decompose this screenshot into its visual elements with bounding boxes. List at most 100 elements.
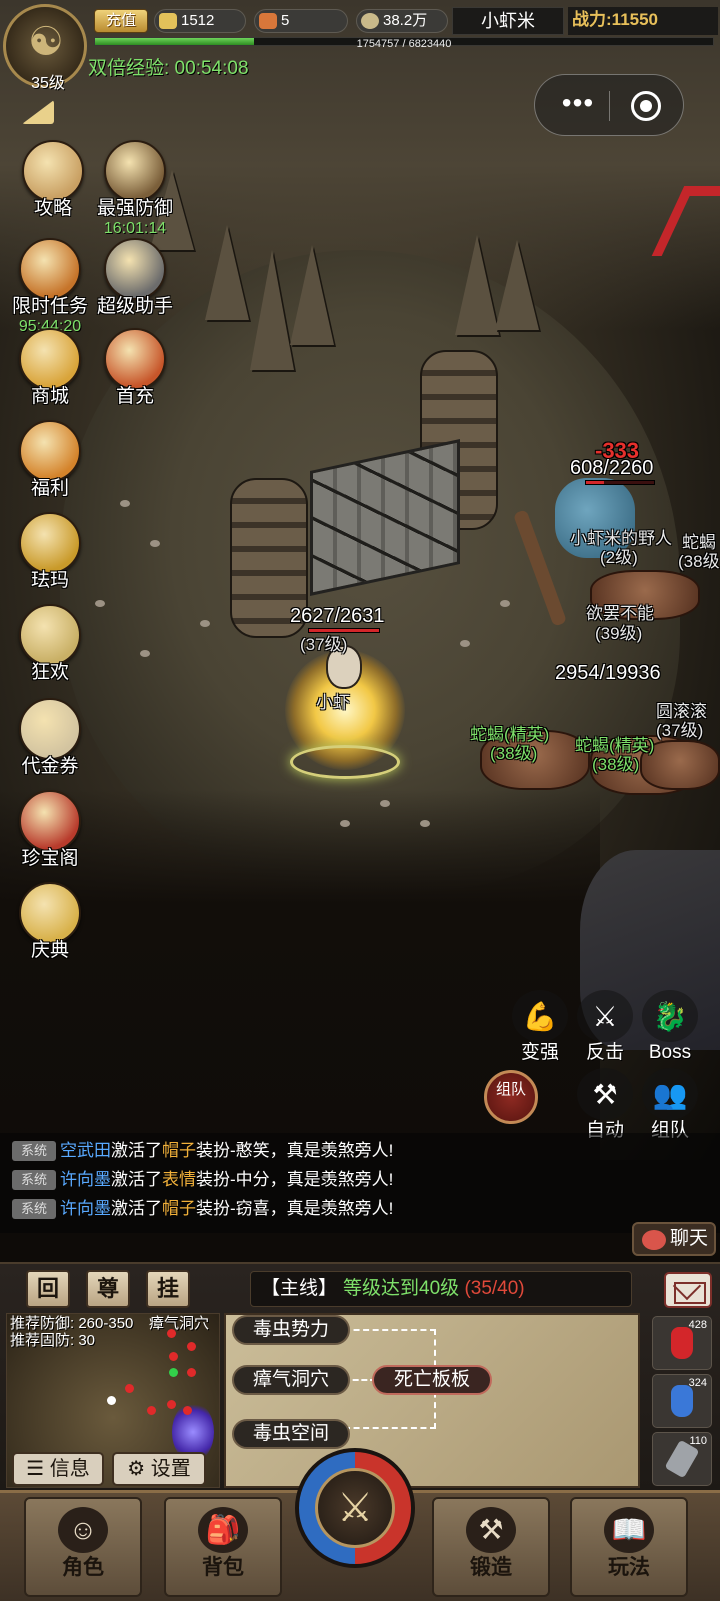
chat-system-tag: 系统 xyxy=(12,1170,56,1190)
menu-label: 超级助手 xyxy=(96,296,173,317)
chat-player-name[interactable]: 许向墨 xyxy=(60,1170,111,1189)
stalagmite xyxy=(290,245,334,345)
settings-button[interactable]: ⚙ 设置 xyxy=(112,1452,206,1486)
enemy-dot xyxy=(183,1406,192,1415)
group-icon: 👥 xyxy=(642,1068,698,1120)
route-node[interactable]: 毒虫势力 xyxy=(232,1315,350,1345)
mp-potion-slot[interactable]: 324 xyxy=(652,1374,712,1428)
system-chat[interactable]: 系统 空武田激活了帽子装扮-憨笑，真是羡煞旁人! 系统 许向墨激活了表情装扮-中分，真… xyxy=(0,1133,720,1233)
boss-level: (39级) xyxy=(595,624,643,643)
power-value: 11550 xyxy=(611,10,659,29)
enemy-dot xyxy=(147,1406,156,1415)
menu-item[interactable]: 限时任务 95:44:20 xyxy=(5,238,95,336)
roll-monster-level: (37级) xyxy=(656,721,704,740)
pebble xyxy=(340,820,350,827)
info-button[interactable]: ☰ 信息 xyxy=(12,1452,104,1486)
menu-label: 攻略 xyxy=(33,198,72,219)
menu-item[interactable]: 商城 xyxy=(5,328,95,408)
item-counter[interactable]: 5 xyxy=(254,9,348,33)
book-icon: 📖 xyxy=(604,1507,654,1553)
hp-potion-slot[interactable]: 428 xyxy=(652,1316,712,1370)
menu-item[interactable]: 珐玛 xyxy=(5,512,95,592)
nav-bag-label: 背包 xyxy=(202,1556,244,1579)
menu-item[interactable]: 最强防御 16:01:14 xyxy=(90,140,180,238)
voucher-icon xyxy=(19,698,81,760)
chat-line: 系统 空武田激活了帽子装扮-憨笑，真是羡煞旁人! xyxy=(12,1139,393,1163)
enemy-dot xyxy=(167,1400,176,1409)
menu-label: 代金券 xyxy=(21,756,79,777)
menu-item[interactable]: 庆典 xyxy=(5,882,95,962)
counterattack-button[interactable]: ⚔ 反击 xyxy=(570,990,640,1064)
elite-level: (38级) xyxy=(592,755,640,774)
route-node[interactable]: 瘴气洞穴 xyxy=(232,1365,350,1395)
menu-label: 最强防御 xyxy=(96,198,173,219)
chat-line: 系统 许向墨激活了表情装扮-中分，真是羡煞旁人! xyxy=(12,1168,393,1192)
gold-counter[interactable]: 1512 xyxy=(154,9,246,33)
chat-bubble-icon xyxy=(642,1230,666,1250)
chat-button[interactable]: 聊天 xyxy=(632,1222,716,1256)
nav-gameplay[interactable]: 📖 玩法 xyxy=(570,1497,688,1597)
nav-forge[interactable]: ⚒ 锻造 xyxy=(432,1497,550,1597)
nav-character[interactable]: ☺ 角色 xyxy=(24,1497,142,1597)
gear-icon: ⚙ xyxy=(127,1458,151,1480)
route-node[interactable]: 毒虫空间 xyxy=(232,1419,350,1449)
menu-item[interactable]: 狂欢 xyxy=(5,604,95,684)
trumpet-icon xyxy=(19,882,81,944)
mail-icon[interactable] xyxy=(664,1272,712,1308)
avatar-emblem-icon: ☯ xyxy=(28,20,64,64)
nav-character-label: 角色 xyxy=(62,1556,104,1579)
stalagmite xyxy=(250,250,294,370)
exp-text: 1754757 / 6823440 xyxy=(356,38,452,50)
close-target-icon[interactable] xyxy=(631,91,661,121)
return-button[interactable]: 回 xyxy=(26,1270,70,1308)
gold-ingot-icon xyxy=(159,13,177,29)
player-dot xyxy=(107,1396,116,1405)
menu-item[interactable]: 代金券 xyxy=(5,698,95,778)
sword-icon: ⚔ xyxy=(315,1468,395,1548)
pavilion-icon xyxy=(19,790,81,852)
route-map[interactable]: 毒虫势力 瘴气洞穴 毒虫空间 死亡板板 xyxy=(224,1313,640,1488)
menu-item[interactable]: 福利 xyxy=(5,420,95,500)
menu-item[interactable]: 珍宝阁 xyxy=(5,790,95,870)
enemy-dot xyxy=(187,1342,196,1351)
chat-text: 装扮-窃喜，真是羡煞旁人! xyxy=(196,1199,394,1218)
pebble xyxy=(95,600,105,607)
route-node-current[interactable]: 死亡板板 xyxy=(372,1365,492,1395)
recharge-button[interactable]: 充值 xyxy=(94,9,148,33)
chat-system-tag: 系统 xyxy=(12,1199,56,1219)
chat-text: 激活了 xyxy=(111,1199,162,1218)
menu-label: 限时任务 xyxy=(11,296,88,317)
menu-label: 庆典 xyxy=(30,940,69,961)
menu-label: 福利 xyxy=(30,478,69,499)
menu-label: 珐玛 xyxy=(30,570,69,591)
elite-name: 蛇蝎(精英) xyxy=(470,725,550,744)
idle-button[interactable]: 挂 xyxy=(146,1270,190,1308)
hp-potion-count: 428 xyxy=(688,1319,707,1331)
chat-player-name[interactable]: 空武田 xyxy=(60,1141,111,1160)
team-button[interactable]: 👥 组队 xyxy=(635,1068,705,1142)
double-exp-timer: 双倍经验: 00:54:08 xyxy=(88,58,249,79)
honor-button[interactable]: 尊 xyxy=(86,1270,130,1308)
menu-timer: 16:01:14 xyxy=(103,220,167,237)
menu-item[interactable]: 首充 xyxy=(90,328,180,408)
main-skill-orb[interactable]: ⚔ xyxy=(295,1448,415,1568)
menu-item[interactable]: 攻略 xyxy=(8,140,98,220)
coin-counter[interactable]: 38.2万 xyxy=(356,9,448,33)
auto-button[interactable]: ⚒ 自动 xyxy=(570,1068,640,1142)
more-dots-icon[interactable]: ••• xyxy=(553,87,603,119)
enemy-dot xyxy=(169,1352,178,1361)
stalagmite xyxy=(455,235,499,335)
main-quest-tracker[interactable]: 【主线】 等级达到40级 (35/40) xyxy=(250,1271,632,1307)
right-monster-name: 蛇蝎 xyxy=(682,533,716,552)
menu-item[interactable]: 超级助手 xyxy=(90,238,180,318)
nav-bag[interactable]: 🎒 背包 xyxy=(164,1497,282,1597)
pebble xyxy=(120,500,130,507)
strengthen-button[interactable]: 💪 变强 xyxy=(505,990,575,1064)
chat-player-name[interactable]: 许向墨 xyxy=(60,1199,111,1218)
chat-text: 激活了 xyxy=(111,1141,162,1160)
team-bubble-button[interactable]: 组队 xyxy=(484,1070,538,1124)
boss-button[interactable]: 🐉 Boss xyxy=(635,990,705,1064)
stone-slot[interactable]: 110 xyxy=(652,1432,712,1486)
recommended-defense: 推荐防御: 260-350 xyxy=(10,1315,134,1332)
player-avatar[interactable]: ☯ 35级 xyxy=(3,4,87,92)
